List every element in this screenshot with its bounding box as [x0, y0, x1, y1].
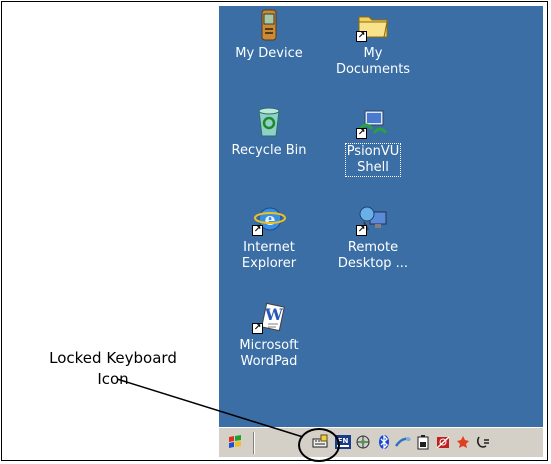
- remote-desktop-icon: ↗: [356, 202, 390, 236]
- desktop-icon-label: PsionVU Shell: [344, 143, 402, 177]
- connection-icon[interactable]: [395, 434, 411, 450]
- battery-icon[interactable]: [415, 434, 431, 450]
- taskbar-separator: [253, 432, 255, 454]
- radio-off-icon[interactable]: [435, 434, 451, 450]
- desktop-icon-label: My Device: [235, 46, 303, 61]
- recycle-bin-icon: [252, 105, 286, 139]
- folder-icon: ↗: [356, 8, 390, 42]
- desktop-icon-label: Microsoft WordPad: [239, 338, 299, 369]
- desktop-icon-microsoft-wordpad[interactable]: W ↗ Microsoft WordPad: [219, 300, 319, 370]
- shortcut-arrow-icon: ↗: [356, 31, 367, 42]
- svg-text:W: W: [264, 305, 284, 324]
- bluetooth-icon[interactable]: [376, 434, 392, 450]
- desktop-icon-remote-desktop[interactable]: ↗ Remote Desktop ...: [323, 202, 423, 272]
- taskbar: FN: [219, 427, 543, 457]
- callout-label: Locked Keyboard Icon: [28, 348, 198, 390]
- wordpad-icon: W ↗: [252, 300, 286, 334]
- shortcut-arrow-icon: ↗: [356, 128, 367, 139]
- handheld-device-icon: [252, 8, 286, 42]
- psionvu-shell-icon: ↗: [356, 105, 390, 139]
- tools-icon[interactable]: [455, 434, 471, 450]
- callout-highlight-ring: [298, 428, 340, 462]
- desktop: My Device ↗ My Documents Recycle Bin ↗ P…: [219, 6, 543, 427]
- power-icon[interactable]: [475, 434, 491, 450]
- shortcut-arrow-icon: ↗: [356, 225, 367, 236]
- start-icon[interactable]: [227, 434, 243, 450]
- desktop-icon-label: My Documents: [335, 46, 411, 77]
- desktop-icon-internet-explorer[interactable]: e ↗ Internet Explorer: [219, 202, 319, 272]
- internet-explorer-icon: e ↗: [252, 202, 286, 236]
- callout-line-1: Locked Keyboard: [49, 349, 177, 367]
- shortcut-arrow-icon: ↗: [252, 323, 263, 334]
- callout-line-2: Icon: [97, 370, 129, 388]
- shortcut-arrow-icon: ↗: [252, 225, 263, 236]
- desktop-icon-label: Remote Desktop ...: [337, 240, 409, 271]
- desktop-icon-label: Recycle Bin: [231, 143, 307, 158]
- desktop-icon-label: Internet Explorer: [241, 240, 297, 271]
- desktop-icon-psionvu-shell[interactable]: ↗ PsionVU Shell: [323, 105, 423, 177]
- network-icon[interactable]: [355, 434, 371, 450]
- desktop-icon-my-documents[interactable]: ↗ My Documents: [323, 8, 423, 78]
- desktop-icon-recycle-bin[interactable]: Recycle Bin: [219, 105, 319, 159]
- desktop-icon-my-device[interactable]: My Device: [219, 8, 319, 62]
